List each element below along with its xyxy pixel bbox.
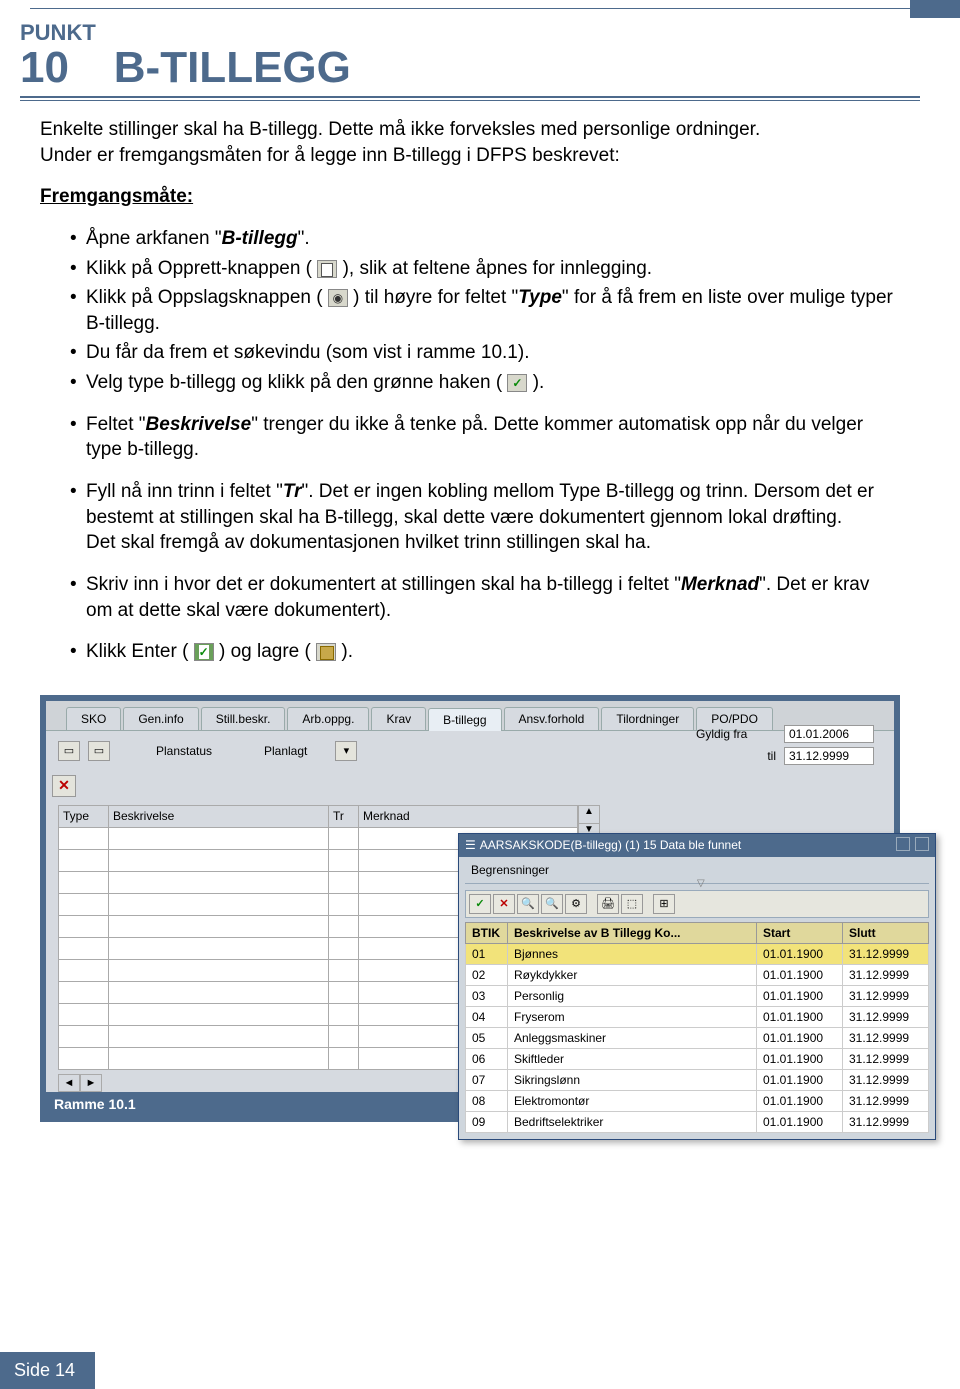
punkt-number: 10 [20,46,96,90]
tab-btillegg[interactable]: B-tillegg [428,708,501,731]
col-merknad: Merknad [359,805,578,827]
popup-title-icon: ☰ [465,838,476,852]
enter-icon [194,643,214,661]
divider [20,100,920,101]
popup-row[interactable]: 09Bedriftselektriker01.01.190031.12.9999 [466,1111,929,1132]
collapse-icon[interactable]: ▽ [697,878,705,889]
accept-button[interactable]: ✓ [469,894,491,914]
procedure-list: Skriv inn i hvor det er dokumentert at s… [70,572,900,623]
popup-title: AARSAKSKODE(B-tillegg) (1) 15 Data ble f… [480,838,894,852]
layout-button[interactable]: ⊞ [653,894,675,914]
col-slutt: Slutt [843,922,929,943]
tab-arboppg[interactable]: Arb.oppg. [287,707,369,730]
tab-sko[interactable]: SKO [66,707,121,730]
col-desc: Beskrivelse av B Tillegg Ko... [508,922,757,943]
popup-row[interactable]: 03Personlig01.01.190031.12.9999 [466,985,929,1006]
minimize-icon[interactable] [896,837,910,851]
delete-button[interactable]: ✕ [52,775,76,797]
divider [20,96,920,98]
tab-stillbeskr[interactable]: Still.beskr. [201,707,286,730]
tab-krav[interactable]: Krav [371,707,426,730]
procedure-list: Klikk Enter ( ) og lagre ( ). [70,639,900,665]
col-beskrivelse: Beskrivelse [109,805,329,827]
lookup-popup: ☰ AARSAKSKODE(B-tillegg) (1) 15 Data ble… [458,833,936,1140]
scroll-right-icon[interactable]: ► [80,1074,102,1092]
col-tr: Tr [329,805,359,827]
tab-geninfo[interactable]: Gen.info [123,707,198,730]
col-start: Start [757,922,843,943]
page-footer: Side 14 [0,1352,95,1389]
til-value[interactable]: 31.12.9999 [784,747,874,765]
list-item: Åpne arkfanen "B-tillegg". [70,226,900,252]
cancel-button[interactable]: ✕ [493,894,515,914]
find-button[interactable]: 🔍 [517,894,539,914]
list-item: Du får da frem et søkevindu (som vist i … [70,340,900,366]
procedure-list: Fyll nå inn trinn i feltet "Tr". Det er … [70,479,900,556]
popup-row[interactable]: 08Elektromontør01.01.190031.12.9999 [466,1090,929,1111]
gyldig-fra-label: Gyldig fra [696,727,776,741]
col-type: Type [59,805,109,827]
popup-results-table: BTIK Beskrivelse av B Tillegg Ko... Star… [465,922,929,1133]
scroll-up-icon[interactable]: ▲ [579,806,599,824]
list-item: Klikk Enter ( ) og lagre ( ). [70,639,900,665]
popup-row[interactable]: 02Røykdykker01.01.190031.12.9999 [466,964,929,985]
popup-toolbar: ✓ ✕ 🔍 🔍 ⚙ 🖨 ⬚ ⊞ [465,890,929,918]
intro-text: Under er fremgangsmåten for å legge inn … [40,145,620,166]
print-button[interactable]: 🖨 [597,894,619,914]
procedure-list: Feltet "Beskrivelse" trenger du ikke å t… [70,412,900,463]
tab-tilordninger[interactable]: Tilordninger [601,707,694,730]
new-record-icon [317,260,337,278]
lookup-icon [328,289,348,307]
planstatus-label: Planstatus [156,744,236,758]
popup-row[interactable]: 07Sikringslønn01.01.190031.12.9999 [466,1069,929,1090]
popup-row[interactable]: 05Anleggsmaskiner01.01.190031.12.9999 [466,1027,929,1048]
list-item: Klikk på Oppslagsknappen ( ) til høyre f… [70,285,900,336]
new-record-button[interactable]: ▭ [58,741,80,761]
popup-row[interactable]: 01Bjønnes01.01.190031.12.9999 [466,943,929,964]
save-icon [316,643,336,661]
planstatus-value: Planlagt [264,744,307,758]
export-button[interactable]: ⬚ [621,894,643,914]
list-item: Velg type b-tillegg og klikk på den grøn… [70,370,900,396]
screenshot-frame: SKO Gen.info Still.beskr. Arb.oppg. Krav… [40,695,900,1122]
restrictions-label: Begrensninger [465,863,929,877]
list-item: Fyll nå inn trinn i feltet "Tr". Det er … [70,479,900,556]
list-item: Klikk på Opprett-knappen ( ), slik at fe… [70,256,900,282]
page-title: B-TILLEGG [114,46,351,90]
green-check-icon [507,374,527,392]
close-icon[interactable] [915,837,929,851]
list-item: Feltet "Beskrivelse" trenger du ikke å t… [70,412,900,463]
filter-button[interactable]: ⚙ [565,894,587,914]
decorative-header-bar [910,0,960,18]
col-btik: BTIK [466,922,508,943]
procedure-heading: Fremgangsmåte: [40,186,193,207]
til-label: til [696,749,776,763]
intro-text: Enkelte stillinger skal ha B-tillegg. De… [40,119,760,140]
list-item: Skriv inn i hvor det er dokumentert at s… [70,572,900,623]
gyldig-fra-value[interactable]: 01.01.2006 [784,725,874,743]
popup-row[interactable]: 06Skiftleder01.01.190031.12.9999 [466,1048,929,1069]
dropdown-icon[interactable]: ▾ [335,741,357,761]
procedure-list: Åpne arkfanen "B-tillegg". Klikk på Oppr… [70,226,900,396]
tab-ansvforhold[interactable]: Ansv.forhold [504,707,600,730]
popup-row[interactable]: 04Fryserom01.01.190031.12.9999 [466,1006,929,1027]
copy-button[interactable]: ▭ [88,741,110,761]
find-next-button[interactable]: 🔍 [541,894,563,914]
scroll-left-icon[interactable]: ◄ [58,1074,80,1092]
